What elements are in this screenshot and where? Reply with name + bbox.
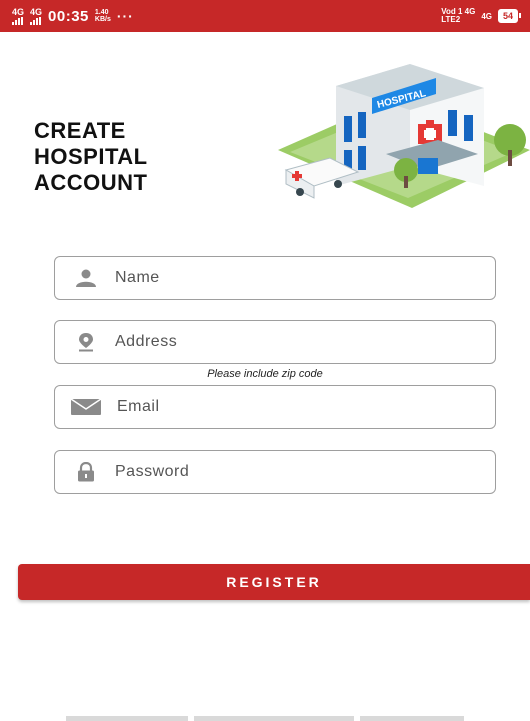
email-field[interactable] [54, 385, 496, 429]
register-button[interactable]: REGISTER [18, 564, 530, 600]
status-left: 4G 4G 00:35 1.40 KB/s ··· [12, 6, 134, 25]
email-input[interactable] [117, 398, 447, 416]
title-line-3: ACCOUNT [34, 170, 148, 195]
address-hint: Please include zip code [207, 368, 323, 380]
network-speed: 1.40 KB/s [95, 9, 111, 23]
address-field[interactable] [54, 320, 496, 364]
lock-icon [73, 462, 99, 482]
status-bar: 4G 4G 00:35 1.40 KB/s ··· Vod 1 4G LTE2 … [0, 0, 530, 32]
page-title: CREATE HOSPITAL ACCOUNT [34, 118, 148, 196]
carrier-bottom: LTE2 [441, 15, 461, 24]
address-input[interactable] [115, 333, 445, 351]
name-input[interactable] [115, 269, 445, 287]
name-field[interactable] [54, 256, 496, 300]
network-type-label: 4G [12, 6, 25, 17]
speed-unit: KB/s [94, 16, 111, 23]
password-input[interactable] [115, 463, 445, 481]
person-icon [73, 268, 99, 288]
battery-level: 54 [502, 11, 513, 21]
nav-bar-segment-2 [194, 716, 354, 721]
signal-icon: 4G [12, 6, 25, 25]
network-type-right: 4G [481, 11, 492, 21]
mail-icon [69, 397, 103, 417]
speed-value: 1.40 [94, 9, 109, 16]
more-notifications-icon: ··· [116, 8, 134, 24]
status-right: Vod 1 4G LTE2 4G 54 [441, 8, 522, 24]
clock: 00:35 [48, 7, 89, 25]
network-type-label-2: 4G [30, 6, 43, 17]
signal-icon-2: 4G [30, 6, 43, 25]
hospital-illustration: HOSPITAL [278, 64, 530, 208]
title-line-1: CREATE [34, 118, 126, 143]
password-field[interactable] [54, 450, 496, 494]
location-pin-icon [73, 332, 99, 352]
nav-bar-segment-3 [360, 716, 464, 721]
nav-bar-segment-1 [66, 716, 188, 721]
carrier-info: Vod 1 4G LTE2 [441, 8, 475, 24]
battery-icon: 54 [497, 9, 522, 23]
title-line-2: HOSPITAL [34, 144, 148, 169]
